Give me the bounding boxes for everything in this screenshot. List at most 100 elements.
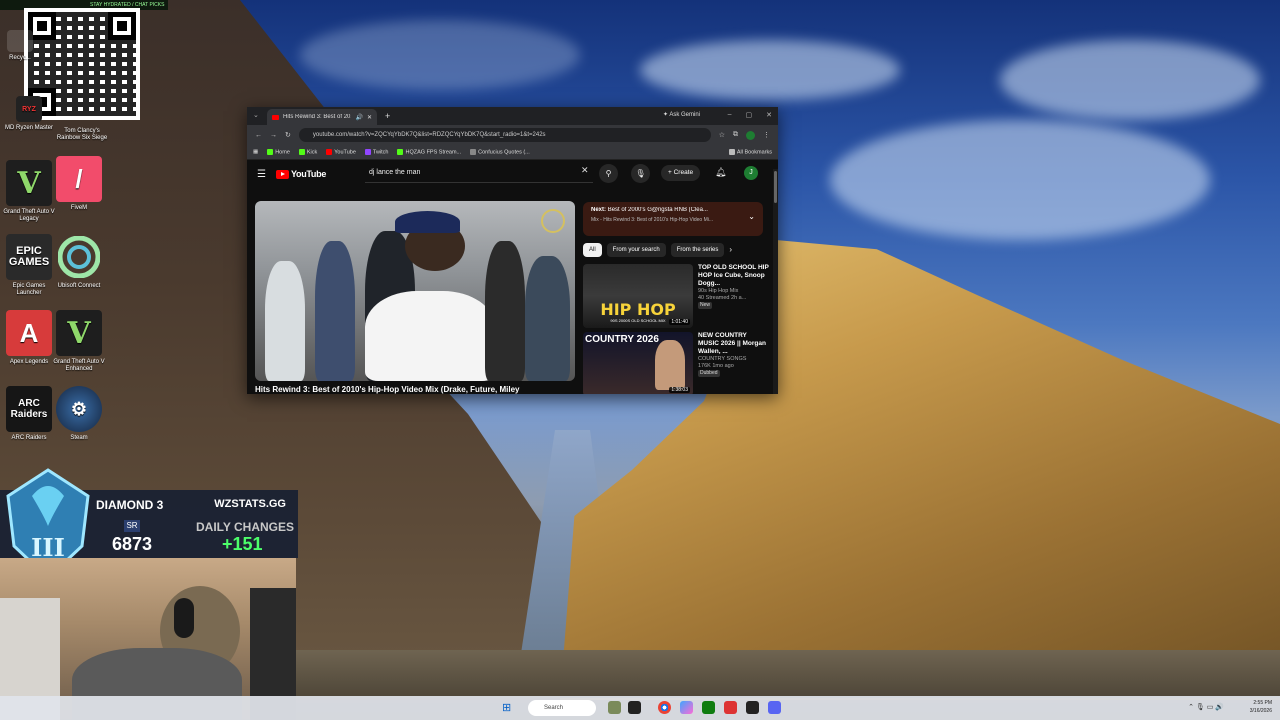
taskbar-app-icon[interactable] (724, 701, 737, 714)
daily-changes-label: DAILY CHANGES (196, 520, 295, 534)
ryzen-icon: RYZ (16, 96, 42, 122)
browser-window[interactable]: ⌄ Hits Rewind 3: Best of 2010' 🔊 ✕ + ✦ A… (247, 107, 778, 394)
taskbar-app-icon[interactable] (608, 701, 621, 714)
desktop-icon-rainbow-six[interactable]: Tom Clancy's Rainbow Six Siege (52, 128, 112, 142)
desktop-icon-label: Ubisoft Connect (57, 283, 101, 289)
recommendation-meta: 176K 1mo ago (698, 363, 734, 369)
hamburger-menu-icon[interactable]: ☰ (257, 169, 266, 180)
all-bookmarks[interactable]: All Bookmarks (728, 148, 772, 155)
back-icon[interactable]: ← (255, 132, 262, 139)
browser-tab-active[interactable]: Hits Rewind 3: Best of 2010' 🔊 ✕ (267, 109, 377, 125)
reload-icon[interactable]: ↻ (285, 131, 291, 139)
tab-search-icon[interactable]: ⌄ (253, 111, 259, 119)
chevron-down-icon[interactable]: ⌄ (748, 212, 755, 221)
tab-title: Hits Rewind 3: Best of 2010' (283, 114, 352, 120)
folder-icon (728, 148, 735, 155)
youtube-icon (326, 148, 333, 155)
recommendation-channel: COUNTRY SONGS (698, 356, 747, 362)
bookmark-kick[interactable]: Kick (298, 148, 318, 156)
desktop-icon-ubisoft[interactable]: Ubisoft Connect (50, 234, 108, 290)
avatar-letter: J (749, 169, 753, 176)
next-in-mix-panel[interactable]: Next: Best of 2000's G@ngsta RNB (Clea..… (583, 202, 763, 236)
scrollbar-thumb[interactable] (774, 171, 777, 203)
page-scrollbar[interactable] (773, 169, 778, 394)
forward-icon[interactable]: → (270, 132, 277, 139)
taskbar-search[interactable]: Search (528, 700, 596, 716)
recommendation-item[interactable]: COUNTRY 2026 1:38:03 NEW COUNTRY MUSIC 2… (583, 332, 769, 394)
chip-all[interactable]: All (583, 243, 602, 257)
xbox-icon[interactable] (702, 701, 715, 714)
notifications-bell-icon[interactable]: 🔔︎ (715, 167, 726, 178)
bookmark-home[interactable]: Home (267, 148, 290, 155)
url-text: youtube.com/watch?v=ZQCYqYbDK7Q&list=RDZ… (312, 132, 546, 138)
tab-close-icon[interactable]: ✕ (367, 114, 372, 121)
video-title: Hits Rewind 3: Best of 2010's Hip-Hop Vi… (255, 385, 520, 394)
profile-icon[interactable] (746, 130, 755, 140)
audio-icon[interactable]: 🔊 (355, 114, 362, 121)
close-window-button[interactable]: ✕ (766, 111, 772, 119)
video-figure (265, 261, 305, 381)
arc-raiders-icon: ARC Raiders (6, 386, 52, 432)
video-player[interactable] (255, 201, 575, 381)
url-field[interactable]: youtube.com/watch?v=ZQCYqYbDK7Q&list=RDZ… (298, 128, 711, 142)
account-avatar[interactable]: J (744, 166, 758, 180)
menu-icon[interactable]: ⋮ (763, 131, 770, 139)
search-button[interactable]: ⚲ (599, 164, 618, 183)
page-icon (470, 148, 477, 155)
clear-search-icon[interactable]: ✕ (581, 165, 589, 176)
create-button[interactable]: + Create (661, 165, 701, 181)
desktop-icon-steam[interactable]: ⚙ Steam (50, 386, 108, 442)
extensions-icon[interactable]: ⧉ (733, 131, 738, 139)
desktop-icon-label: Grand Theft Auto V Enhanced (53, 359, 105, 372)
desktop-icon-fivem[interactable]: / FiveM (50, 156, 108, 212)
thumbnail-text: COUNTRY 2026 (585, 334, 659, 345)
youtube-header: ☰ YouTube dj lance the man ✕ ⚲ 🎙 + Creat… (247, 160, 778, 188)
desktop-icon-label: Apex Legends (9, 359, 49, 365)
kick-icon (397, 148, 404, 155)
desktop-icon-recycle-bin[interactable]: Recyc... (0, 30, 40, 62)
task-view-icon[interactable] (628, 701, 641, 714)
cloud (830, 120, 1210, 240)
new-tab-button[interactable]: + (385, 111, 390, 121)
voice-search-button[interactable]: 🎙 (631, 164, 650, 183)
minimize-button[interactable]: – (728, 111, 732, 119)
recycle-bin-icon (7, 30, 33, 52)
discord-icon[interactable] (768, 701, 781, 714)
daily-changes-value: +151 (222, 534, 263, 554)
next-subtitle: Mix - Hits Rewind 3: Best of 2010's Hip-… (591, 217, 714, 223)
ask-gemini-button[interactable]: ✦ Ask Gemini (663, 111, 700, 118)
copilot-icon[interactable] (680, 701, 693, 714)
apex-legends-icon: A (6, 310, 52, 356)
gta-icon: V (6, 160, 52, 206)
chip-from-your-search[interactable]: From your search (606, 243, 666, 257)
tray-icons[interactable]: ⌃ 🎙 ▭ 🔊 (1188, 703, 1224, 711)
bookmark-label: Confucius Quotes (... (478, 149, 530, 156)
ubisoft-icon (56, 234, 102, 280)
recommendation-meta: 40 Streamed 2h a... (698, 295, 747, 301)
desktop-icon-ryzen-master[interactable]: RYZ MD Ryzen Master (0, 96, 58, 132)
bookmark-confucius[interactable]: Confucius Quotes (... (470, 148, 530, 156)
headset-icon (174, 598, 194, 638)
thumbnail-text: HIP HOP (600, 300, 676, 319)
bookmark-twitch[interactable]: Twitch (364, 148, 388, 155)
recommendation-item[interactable]: HIP HOP 90S 2000S OLD SCHOOL MIX 1:01:40… (583, 264, 769, 328)
apps-icon[interactable]: ▦ (253, 149, 258, 155)
bookmark-youtube[interactable]: YouTube (326, 148, 356, 155)
youtube-search-input[interactable]: dj lance the man (365, 164, 593, 183)
desktop-icon-label: MD Ryzen Master (4, 125, 53, 131)
gta-icon: V (56, 310, 102, 356)
maximize-button[interactable]: ▢ (746, 111, 753, 119)
bookmark-star-icon[interactable]: ☆ (719, 131, 725, 139)
bookmark-label: Kick (306, 149, 318, 156)
desktop-icon-label: ARC Raiders (11, 435, 47, 441)
epic-games-taskbar-icon[interactable] (746, 701, 759, 714)
chrome-icon[interactable] (658, 701, 671, 714)
desktop-icon-gta-enhanced[interactable]: V Grand Theft Auto V Enhanced (50, 310, 108, 373)
video-figure (315, 241, 355, 381)
bookmark-hqzag[interactable]: HQZAG FPS Stream... (397, 148, 461, 155)
chevron-right-icon[interactable]: › (729, 243, 732, 257)
start-icon[interactable]: ⊞ (502, 701, 511, 714)
youtube-logo[interactable]: YouTube (275, 169, 326, 179)
chip-from-the-series[interactable]: From the series (670, 243, 725, 257)
system-tray[interactable]: 2:55 PM 3/16/2026 (1250, 699, 1272, 715)
